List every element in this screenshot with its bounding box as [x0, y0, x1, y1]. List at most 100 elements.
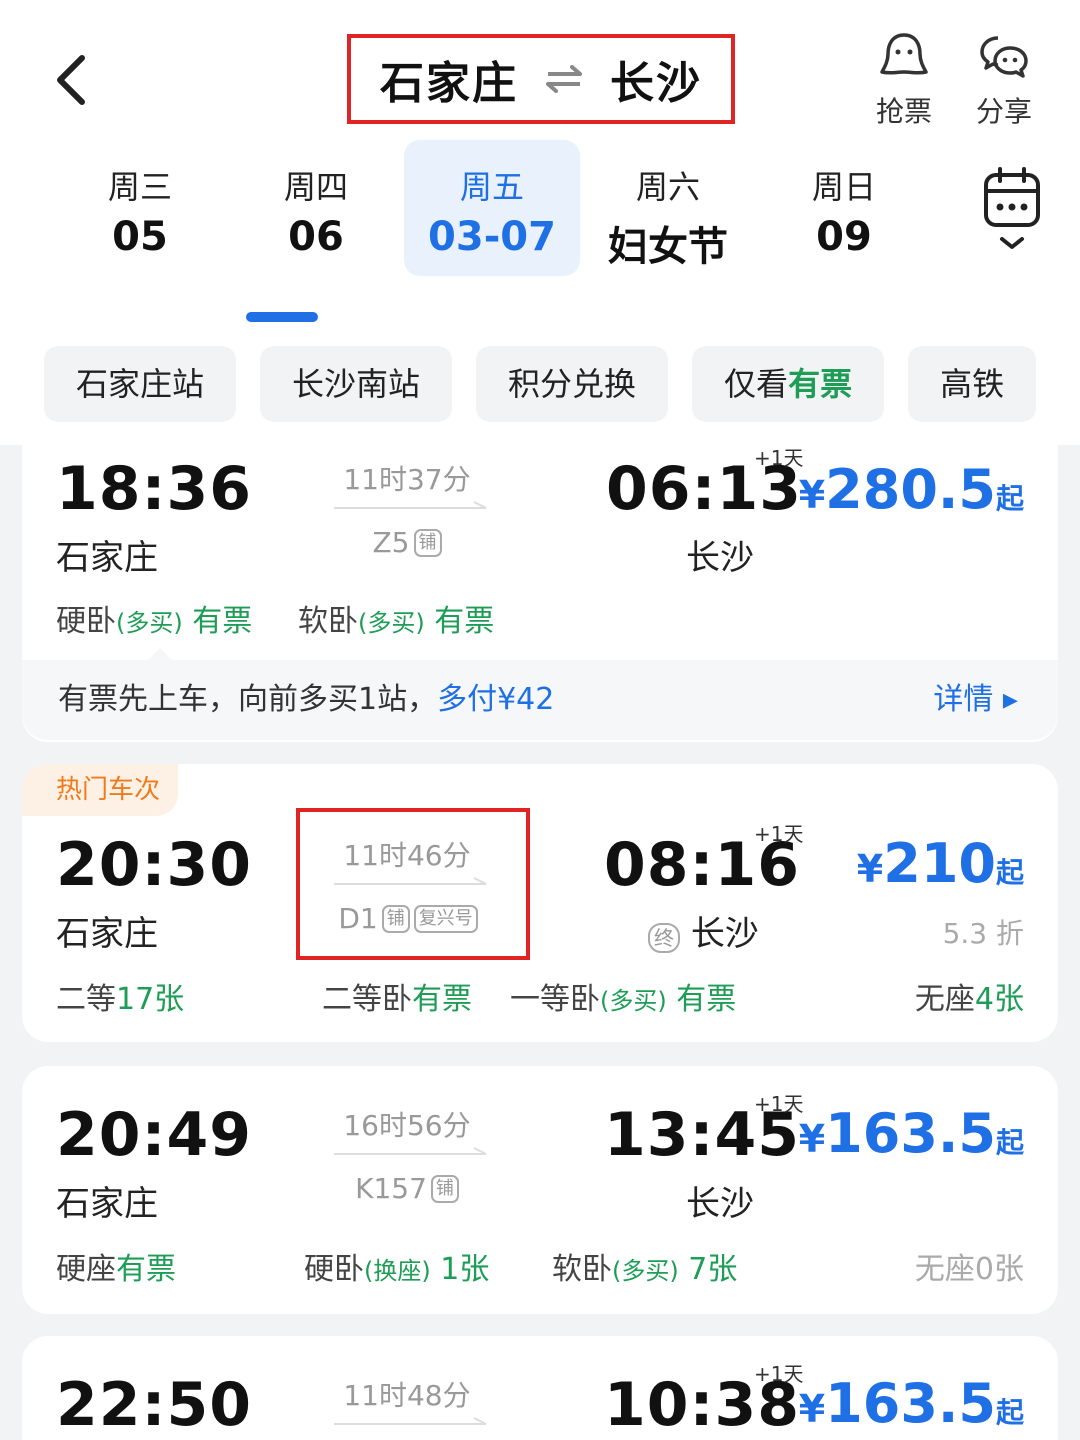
details-link[interactable]: 详情 ▸ [933, 660, 1018, 740]
seat-type: 二等 [56, 982, 116, 1017]
price-value: 163.5 [825, 1102, 996, 1165]
seat-status: 有票 [412, 982, 472, 1017]
filter-points-exchange[interactable]: 积分兑换 [476, 346, 669, 422]
back-arrow-icon[interactable] [48, 50, 98, 110]
depart-time: 22:50 [56, 1370, 252, 1440]
price-suffix: 起 [995, 482, 1024, 515]
seat-note: (多买) [600, 987, 667, 1015]
price-suffix: 起 [995, 856, 1024, 889]
swap-icon[interactable] [546, 65, 582, 93]
arrive-station-row: 终 长沙 [648, 906, 759, 955]
seat-info: 硬卧(换座) 1张 [304, 1244, 489, 1288]
duration-arrow-icon [334, 1147, 487, 1155]
price-value: 210 [883, 832, 996, 895]
date-selector: 周三 05 周四 06 周五 03-07 周六 妇女节 周日 09 [52, 140, 942, 276]
tab-active-indicator [246, 312, 318, 322]
filter-high-speed[interactable]: 高铁 [908, 346, 1037, 422]
date-weekday: 周五 [459, 168, 524, 206]
duration-arrow-icon [334, 501, 487, 509]
date-day: 05 [112, 214, 168, 260]
date-day: 03-07 [428, 214, 556, 260]
seat-status: 17张 [116, 982, 185, 1017]
filter-arrive-station[interactable]: 长沙南站 [260, 346, 453, 422]
date-item[interactable]: 周六 妇女节 [580, 140, 756, 276]
berth-tag: 铺 [413, 528, 442, 557]
duration: 11时48分 [343, 1379, 471, 1412]
train-number[interactable]: Z5 铺 [322, 526, 492, 559]
from-city[interactable]: 石家庄 [380, 47, 518, 111]
duration: 16时56分 [343, 1109, 471, 1142]
depart-time: 20:30 [56, 830, 252, 900]
train-number-text: K157 [355, 1172, 427, 1205]
to-city[interactable]: 长沙 [610, 47, 702, 111]
price-value: 280.5 [825, 458, 996, 521]
filter-available-highlight: 有票 [788, 365, 853, 403]
train-number-text: Z5 [372, 526, 410, 559]
seat-type: 软卧 [552, 1252, 612, 1287]
grab-ticket-button[interactable]: 抢票 [864, 30, 944, 130]
filter-available-label: 仅看 [724, 365, 789, 403]
date-weekday: 周六 [635, 168, 700, 206]
date-weekday: 周日 [811, 168, 876, 206]
currency-symbol: ¥ [856, 847, 884, 891]
seat-type: 一等卧 [510, 982, 600, 1017]
train-card[interactable]: 热门车次 20:30 石家庄 11时46分 D1 铺复兴号 08:16 +1天 终… [22, 764, 1058, 1042]
route-title[interactable]: 石家庄 长沙 [347, 34, 735, 124]
date-item[interactable]: 周三 05 [52, 140, 228, 276]
berth-tag: 铺 [430, 1174, 459, 1203]
date-item[interactable]: 周日 09 [756, 140, 932, 276]
price: ¥280.5起 [799, 458, 1024, 521]
filter-depart-station[interactable]: 石家庄站 [44, 346, 237, 422]
seat-status: 有票 [676, 982, 737, 1017]
depart-time: 20:49 [56, 1100, 252, 1170]
share-button[interactable]: 分享 [964, 30, 1044, 130]
next-day-badge: +1天 [754, 446, 804, 470]
buy-ahead-hint[interactable]: 有票先上车，向前多买1站，多付¥42 详情 ▸ [22, 660, 1058, 740]
share-label: 分享 [975, 95, 1032, 128]
seat-status: 7张 [688, 1252, 738, 1287]
depart-station: 石家庄 [56, 1184, 158, 1224]
price-value: 163.5 [825, 1372, 996, 1435]
date-item-selected[interactable]: 周五 03-07 [404, 140, 580, 276]
seat-info: 软卧(多买) 有票 [298, 596, 494, 640]
filter-chips: 石家庄站 长沙南站 积分兑换 仅看有票 高铁 [44, 346, 1080, 422]
filter-available-only[interactable]: 仅看有票 [692, 346, 885, 422]
train-card[interactable]: 18:36 石家庄 11时37分 Z5 铺 06:13 +1天 长沙 ¥280.5… [22, 442, 1058, 742]
seat-note: (多买) [612, 1257, 679, 1285]
header: 石家庄 长沙 抢票 分享 周三 05 周四 06 周五 03-07 周六 妇女节… [0, 0, 1080, 445]
train-card[interactable]: 22:50 11时48分 10:38 +1天 ¥163.5起 [22, 1336, 1058, 1440]
seat-type: 硬卧 [304, 1252, 364, 1287]
seat-info: 二等17张 [56, 974, 184, 1018]
calendar-icon[interactable] [980, 165, 1044, 255]
highlight-box [296, 808, 530, 960]
seat-type: 硬座 [56, 1252, 116, 1287]
arrive-station: 长沙 [686, 538, 754, 578]
hot-train-badge: 热门车次 [22, 764, 179, 816]
seat-info: 硬座有票 [56, 1244, 176, 1288]
currency-symbol: ¥ [798, 1117, 826, 1161]
seat-info: 一等卧(多买) 有票 [510, 974, 736, 1018]
date-item[interactable]: 周四 06 [228, 140, 404, 276]
grab-ticket-label: 抢票 [875, 95, 932, 128]
train-number[interactable]: K157 铺 [322, 1172, 492, 1205]
discount: 5.3 折 [942, 917, 1024, 950]
date-weekday: 周四 [283, 168, 348, 206]
price: ¥210起 [857, 832, 1024, 895]
seat-status: 1张 [440, 1252, 490, 1287]
ghost-icon [880, 33, 928, 75]
date-day: 06 [288, 214, 344, 260]
seat-info: 无座4张 [915, 974, 1024, 1018]
price-suffix: 起 [995, 1396, 1024, 1429]
seat-type: 软卧 [298, 604, 358, 639]
arrive-station: 长沙 [690, 914, 759, 954]
next-day-badge: +1天 [754, 822, 804, 846]
depart-station: 石家庄 [56, 538, 158, 578]
wechat-icon [980, 36, 1028, 78]
hint-text: 有票先上车，向前多买1站， [58, 682, 438, 717]
seat-info: 硬卧(多买) 有票 [56, 596, 252, 640]
train-card[interactable]: 20:49 石家庄 16时56分 K157 铺 13:45 +1天 长沙 ¥163… [22, 1066, 1058, 1314]
seat-type: 二等卧 [322, 982, 412, 1017]
terminal-tag: 终 [648, 923, 680, 953]
price: ¥163.5起 [799, 1102, 1024, 1165]
price-suffix: 起 [995, 1126, 1024, 1159]
